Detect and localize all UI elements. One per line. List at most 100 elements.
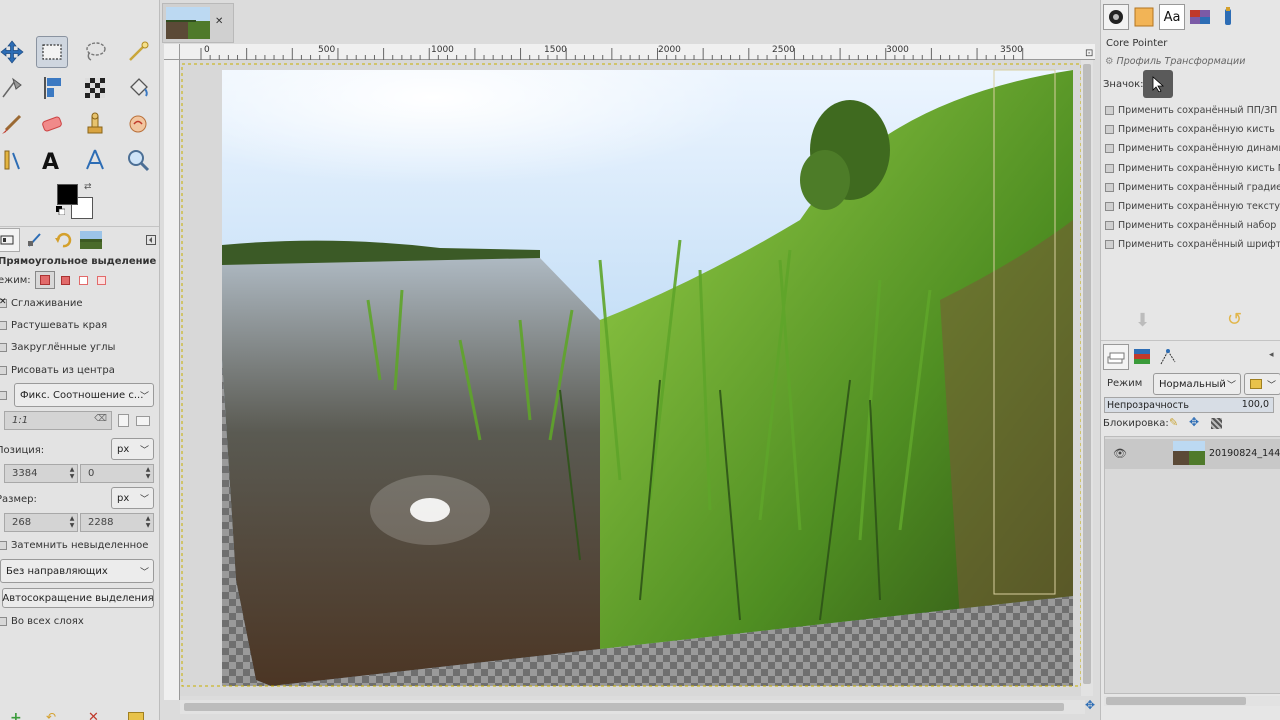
tool-options-tab-icon[interactable] — [0, 228, 20, 252]
canvas-area[interactable] — [180, 60, 1085, 696]
landscape-icon[interactable] — [136, 416, 150, 426]
clear-field-icon[interactable]: ⌫ — [94, 414, 107, 424]
size-w-input[interactable]: 268 ▲ ▼ — [4, 513, 78, 532]
device-status-tab-icon[interactable] — [22, 228, 48, 252]
rounded-check-icon[interactable] — [0, 342, 7, 352]
portrait-icon[interactable] — [118, 414, 129, 427]
apply-item[interactable]: Применить сохранённый ПП/ЗП — [1105, 101, 1277, 119]
spin-arrows-icon[interactable]: ▲ ▼ — [68, 515, 76, 529]
mode-replace-icon[interactable] — [34, 271, 55, 289]
fonts-tab-icon[interactable]: Aa — [1159, 4, 1185, 30]
zoom-toggle-icon[interactable]: ⊡ — [1085, 48, 1093, 59]
restore-preset-icon[interactable]: ↶ — [46, 710, 56, 720]
antialias-checkbox[interactable]: Сглаживание — [0, 294, 82, 312]
mode-intersect-icon[interactable] — [95, 271, 109, 289]
apply-item[interactable]: Применить сохранённую текстуру — [1105, 197, 1280, 215]
channels-tab-icon[interactable] — [1129, 344, 1155, 370]
vertical-ruler[interactable] — [164, 60, 180, 700]
shrink-merged-check-icon[interactable] — [0, 616, 7, 626]
rounded-corners-checkbox[interactable]: Закруглённые углы — [0, 338, 115, 356]
spin-arrows-icon[interactable]: ▲ ▼ — [68, 466, 76, 480]
paintbrush-tool-icon[interactable] — [0, 108, 28, 140]
paths-tab-icon[interactable] — [1155, 344, 1181, 370]
smudge-tool-icon[interactable] — [122, 108, 154, 140]
vertical-scrollbar[interactable] — [1081, 60, 1093, 696]
close-tab-icon[interactable]: ✕ — [215, 16, 223, 27]
expand-center-check-icon[interactable] — [0, 365, 7, 375]
fuzzy-select-tool-icon[interactable] — [122, 36, 154, 68]
delete-preset-icon[interactable]: ✕ — [88, 710, 99, 720]
image-tab[interactable]: ✕ — [162, 3, 234, 43]
layers-tab-icon[interactable] — [1103, 344, 1129, 370]
dock-menu-icon[interactable]: ◂ — [1269, 350, 1274, 360]
palette-tab-icon[interactable] — [1187, 4, 1213, 30]
mode-subtract-icon[interactable] — [77, 271, 91, 289]
layers-list[interactable]: 👁 20190824_144302 — [1104, 436, 1280, 694]
layer-mode-combo[interactable]: Нормальный ﹀ — [1153, 373, 1241, 395]
ratio-input[interactable]: 1:1 ⌫ — [4, 411, 112, 430]
apply-item[interactable]: Применить сохранённую кисть — [1105, 120, 1275, 138]
size-unit-combo[interactable]: px ﹀ — [111, 487, 154, 509]
shrink-merged-checkbox[interactable]: Во всех слоях — [0, 612, 84, 630]
apply-item[interactable]: Применить сохранённую динамику — [1105, 139, 1280, 157]
dock-menu-icon[interactable] — [138, 228, 159, 252]
default-colors-icon[interactable] — [56, 206, 65, 215]
path-tool-icon[interactable] — [0, 72, 28, 104]
canvas-image[interactable] — [180, 60, 1085, 696]
apply-item[interactable]: Применить сохранённый градиент — [1105, 178, 1280, 196]
feather-check-icon[interactable] — [0, 320, 7, 330]
apply-item[interactable]: Применить сохранённую кисть MyPaint — [1105, 159, 1280, 177]
mode-add-icon[interactable] — [59, 271, 73, 289]
brush-tab-icon[interactable] — [1103, 4, 1129, 30]
device-status-tab-icon[interactable] — [1215, 4, 1241, 30]
lock-alpha-icon[interactable] — [1211, 418, 1222, 429]
position-y-input[interactable]: 0 ▲ ▼ — [80, 464, 154, 483]
undo-history-tab-icon[interactable] — [50, 228, 76, 252]
expand-from-center-checkbox[interactable]: Рисовать из центра — [0, 361, 115, 379]
save-device-icon[interactable]: ⬇ — [1135, 310, 1150, 331]
fixed-ratio-combo[interactable]: Фикс. Соотношение с... ﹀ — [14, 383, 154, 407]
rect-select-tool-icon[interactable] — [36, 36, 68, 68]
layer-row[interactable]: 👁 20190824_144302 — [1105, 439, 1280, 469]
feather-checkbox[interactable]: Растушевать края — [0, 316, 107, 334]
pattern-tab-icon[interactable] — [1131, 4, 1157, 30]
lock-pixels-icon[interactable]: ✎ — [1169, 416, 1178, 429]
spin-arrows-icon[interactable]: ▲ ▼ — [144, 515, 152, 529]
reset-device-icon[interactable]: ↺ — [1227, 309, 1242, 330]
autoshrink-button[interactable]: Автосокращение выделения — [2, 588, 154, 608]
guides-combo[interactable]: Без направляющих ﹀ — [0, 559, 154, 583]
highlight-check-icon[interactable] — [0, 540, 7, 550]
text-tool-icon[interactable]: A — [36, 144, 68, 176]
eraser-tool-icon[interactable] — [36, 108, 68, 140]
highlight-checkbox[interactable]: Затемнить невыделенное — [0, 536, 148, 554]
zoom-tool-icon[interactable] — [122, 144, 154, 176]
visibility-eye-icon[interactable]: 👁 — [1113, 447, 1127, 460]
warp-tool-icon[interactable] — [79, 144, 111, 176]
lock-position-icon[interactable]: ✥ — [1189, 415, 1199, 429]
measure-tool-icon[interactable] — [0, 144, 28, 176]
apply-item[interactable]: Применить сохранённый шрифт — [1105, 235, 1280, 253]
move-tool-icon[interactable] — [0, 36, 28, 68]
size-h-input[interactable]: 2288 ▲ ▼ — [80, 513, 154, 532]
save-preset-icon[interactable]: + — [10, 710, 22, 720]
horizontal-scrollbar[interactable] — [180, 700, 1085, 714]
swap-colors-icon[interactable]: ⇄ — [84, 182, 92, 192]
position-x-input[interactable]: 3384 ▲ ▼ — [4, 464, 78, 483]
layer-mode-group-combo[interactable]: ﹀ — [1244, 373, 1280, 395]
reset-preset-icon[interactable] — [128, 712, 144, 720]
opacity-slider[interactable]: Непрозрачность 100,0 — [1104, 397, 1274, 413]
foreground-color-swatch[interactable] — [57, 184, 78, 205]
clone-tool-icon[interactable] — [79, 108, 111, 140]
bucket-fill-tool-icon[interactable] — [122, 72, 154, 104]
spin-arrows-icon[interactable]: ▲ ▼ — [144, 466, 152, 480]
pointer-icon[interactable] — [1143, 70, 1173, 98]
position-unit-combo[interactable]: px ﹀ — [111, 438, 154, 460]
navigate-icon[interactable]: ✥ — [1085, 698, 1095, 712]
apply-item[interactable]: Применить сохранённый набор цветов — [1105, 216, 1280, 234]
horizontal-ruler[interactable]: 0 500 1000 1500 2000 2500 3000 3500 — [180, 44, 1095, 60]
checker-tool-icon[interactable] — [79, 72, 111, 104]
antialias-check-icon[interactable] — [0, 297, 7, 308]
lasso-tool-icon[interactable] — [79, 36, 111, 68]
align-tool-icon[interactable] — [36, 72, 68, 104]
images-tab-icon[interactable] — [78, 228, 104, 252]
